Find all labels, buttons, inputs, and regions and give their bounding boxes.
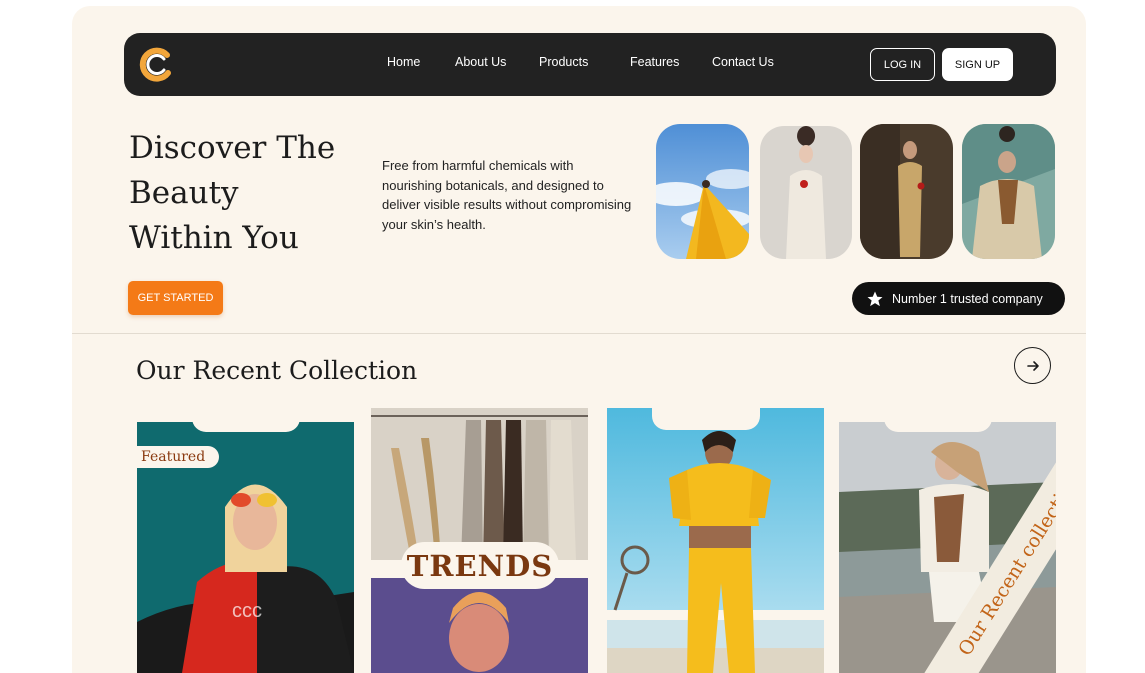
hero-photo-white-suit bbox=[760, 126, 852, 259]
nav-link-home[interactable]: Home bbox=[387, 55, 420, 69]
collection-card-recent[interactable]: Our Recent collection bbox=[839, 422, 1056, 673]
collection-card-trends[interactable]: TRENDS bbox=[371, 408, 588, 673]
nav-link-products[interactable]: Products bbox=[539, 55, 588, 69]
collection-card-yellow-tracksuit[interactable] bbox=[607, 408, 824, 673]
next-arrow-button[interactable] bbox=[1014, 347, 1051, 384]
hero-photo-yellow-dress bbox=[656, 124, 749, 259]
login-button[interactable]: LOG IN bbox=[870, 48, 935, 81]
hero-title-line: Within You bbox=[129, 220, 299, 256]
card-notch bbox=[884, 408, 992, 432]
landing-page: Home About Us Products Features Contact … bbox=[72, 6, 1086, 673]
featured-tag: Featured bbox=[137, 446, 220, 468]
collection-title: Our Recent Collection bbox=[136, 356, 418, 385]
trends-label: TRENDS bbox=[401, 542, 559, 589]
nav-link-features[interactable]: Features bbox=[630, 55, 679, 69]
arrow-right-icon bbox=[1026, 360, 1039, 371]
card-notch bbox=[652, 408, 760, 430]
nav-link-about[interactable]: About Us bbox=[455, 55, 506, 69]
svg-text:ccc: ccc bbox=[232, 600, 262, 622]
hero-title-line: Discover The bbox=[129, 130, 336, 166]
nav-link-contact[interactable]: Contact Us bbox=[712, 55, 774, 69]
signup-button[interactable]: SIGN UP bbox=[942, 48, 1013, 81]
hero-photo-brown-coat bbox=[860, 124, 953, 259]
hero-photo-beige-coat bbox=[962, 124, 1055, 259]
star-icon bbox=[867, 291, 883, 306]
hero-title: Discover The Beauty Within You bbox=[129, 126, 379, 261]
trust-badge-text: Number 1 trusted company bbox=[892, 291, 1043, 306]
navbar: Home About Us Products Features Contact … bbox=[124, 33, 1056, 96]
section-divider bbox=[72, 333, 1086, 334]
get-started-button[interactable]: GET STARTED bbox=[128, 281, 223, 315]
collection-card-featured[interactable]: ccc Featured bbox=[137, 422, 354, 673]
trust-badge: Number 1 trusted company bbox=[852, 282, 1065, 315]
card-notch bbox=[192, 408, 300, 432]
hero-description: Free from harmful chemicals with nourish… bbox=[382, 158, 632, 232]
hero-title-line: Beauty bbox=[129, 175, 239, 211]
